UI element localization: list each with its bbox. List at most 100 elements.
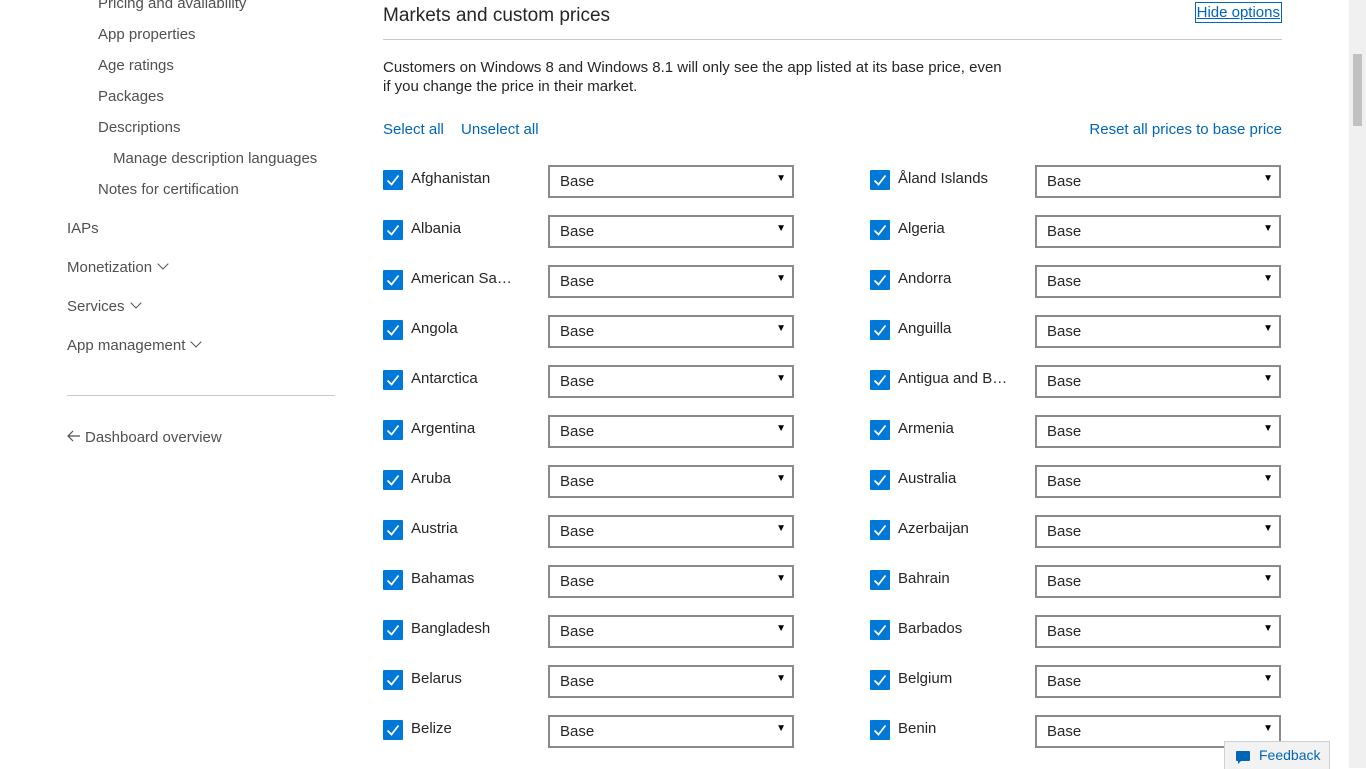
chevron-down-icon [190,336,203,348]
header-divider [383,39,1282,40]
price-dropdown[interactable]: Base ▼ [1035,315,1281,348]
price-dropdown[interactable]: Base ▼ [1035,515,1281,548]
checkmark-icon [386,574,400,586]
price-value: Base [560,323,595,340]
dropdown-arrow-icon: ▼ [1263,423,1273,434]
price-value: Base [1047,673,1082,690]
price-dropdown[interactable]: Base ▼ [548,715,794,748]
market-checkbox[interactable] [383,670,403,690]
price-dropdown[interactable]: Base ▼ [548,565,794,598]
market-checkbox[interactable] [383,220,403,240]
scrollbar[interactable] [1349,0,1366,768]
feedback-button[interactable]: Feedback [1224,741,1330,769]
nav-pricing-availability[interactable]: Pricing and availability [98,0,246,12]
price-dropdown[interactable]: Base ▼ [1035,565,1281,598]
dropdown-arrow-icon: ▼ [1263,323,1273,334]
nav-services[interactable]: Services [67,297,142,315]
back-arrow-icon [67,430,80,442]
market-checkbox[interactable] [870,720,890,740]
price-value: Base [560,373,595,390]
dropdown-arrow-icon: ▼ [1263,373,1273,384]
market-checkbox[interactable] [870,320,890,340]
price-dropdown[interactable]: Base ▼ [1035,615,1281,648]
price-dropdown[interactable]: Base ▼ [548,265,794,298]
price-value: Base [560,623,595,640]
unselect-all-link[interactable]: Unselect all [461,121,539,138]
market-name: Antarctica [411,370,478,387]
price-dropdown[interactable]: Base ▼ [548,415,794,448]
price-value: Base [1047,573,1082,590]
checkmark-icon [873,374,887,386]
dropdown-arrow-icon: ▼ [1263,673,1273,684]
checkmark-icon [386,524,400,536]
nav-services-label: Services [67,298,125,315]
dashboard-overview-link[interactable]: Dashboard overview [67,429,222,446]
market-checkbox[interactable] [383,470,403,490]
price-dropdown[interactable]: Base ▼ [548,615,794,648]
price-dropdown[interactable]: Base ▼ [1035,215,1281,248]
price-dropdown[interactable]: Base ▼ [548,315,794,348]
price-dropdown[interactable]: Base ▼ [548,665,794,698]
market-checkbox[interactable] [383,320,403,340]
nav-notes-for-certification[interactable]: Notes for certification [98,181,239,198]
market-checkbox[interactable] [870,420,890,440]
market-checkbox[interactable] [383,720,403,740]
market-checkbox[interactable] [870,520,890,540]
nav-app-management[interactable]: App management [67,336,203,354]
nav-monetization-label: Monetization [67,259,153,276]
price-dropdown[interactable]: Base ▼ [1035,265,1281,298]
market-name: Afghanistan [411,170,491,187]
market-name: Armenia [898,420,954,437]
nav-app-properties[interactable]: App properties [98,26,196,43]
nav-packages[interactable]: Packages [98,88,164,105]
price-dropdown[interactable]: Base ▼ [1035,365,1281,398]
reset-prices-link[interactable]: Reset all prices to base price [1089,121,1282,138]
market-name: American Sam... [411,270,521,287]
price-dropdown[interactable]: Base ▼ [1035,165,1281,198]
select-all-link[interactable]: Select all [383,121,444,138]
price-dropdown[interactable]: Base ▼ [548,365,794,398]
dropdown-arrow-icon: ▼ [1263,723,1273,734]
price-dropdown[interactable]: Base ▼ [1035,665,1281,698]
dropdown-arrow-icon: ▼ [1263,223,1273,234]
price-dropdown[interactable]: Base ▼ [1035,415,1281,448]
price-value: Base [1047,173,1082,190]
dashboard-overview-label: Dashboard overview [85,429,222,446]
hide-options-link[interactable]: Hide options [1194,2,1282,23]
dropdown-arrow-icon: ▼ [1263,523,1273,534]
market-checkbox[interactable] [870,270,890,290]
nav-monetization[interactable]: Monetization [67,258,169,276]
market-name: Belarus [411,670,462,687]
checkmark-icon [873,724,887,736]
checkmark-icon [873,224,887,236]
market-name: Andorra [898,270,952,287]
market-checkbox[interactable] [870,570,890,590]
market-checkbox[interactable] [383,370,403,390]
price-dropdown[interactable]: Base ▼ [1035,465,1281,498]
market-checkbox[interactable] [383,170,403,190]
price-dropdown[interactable]: Base ▼ [548,515,794,548]
market-checkbox[interactable] [870,620,890,640]
market-checkbox[interactable] [383,270,403,290]
nav-age-ratings[interactable]: Age ratings [98,57,174,74]
market-checkbox[interactable] [870,670,890,690]
market-checkbox[interactable] [870,170,890,190]
market-checkbox[interactable] [383,620,403,640]
market-checkbox[interactable] [870,470,890,490]
checkmark-icon [873,424,887,436]
market-checkbox[interactable] [383,420,403,440]
checkmark-icon [873,174,887,186]
market-checkbox[interactable] [383,520,403,540]
nav-descriptions[interactable]: Descriptions [98,119,181,136]
scrollbar-thumb[interactable] [1353,54,1362,126]
price-value: Base [1047,423,1082,440]
price-dropdown[interactable]: Base ▼ [548,215,794,248]
market-checkbox[interactable] [870,220,890,240]
nav-iaps[interactable]: IAPs [67,220,99,237]
nav-manage-description-languages[interactable]: Manage description languages [113,150,317,167]
price-dropdown[interactable]: Base ▼ [548,165,794,198]
price-dropdown[interactable]: Base ▼ [548,465,794,498]
market-checkbox[interactable] [870,370,890,390]
market-checkbox[interactable] [383,570,403,590]
market-name: Australia [898,470,957,487]
